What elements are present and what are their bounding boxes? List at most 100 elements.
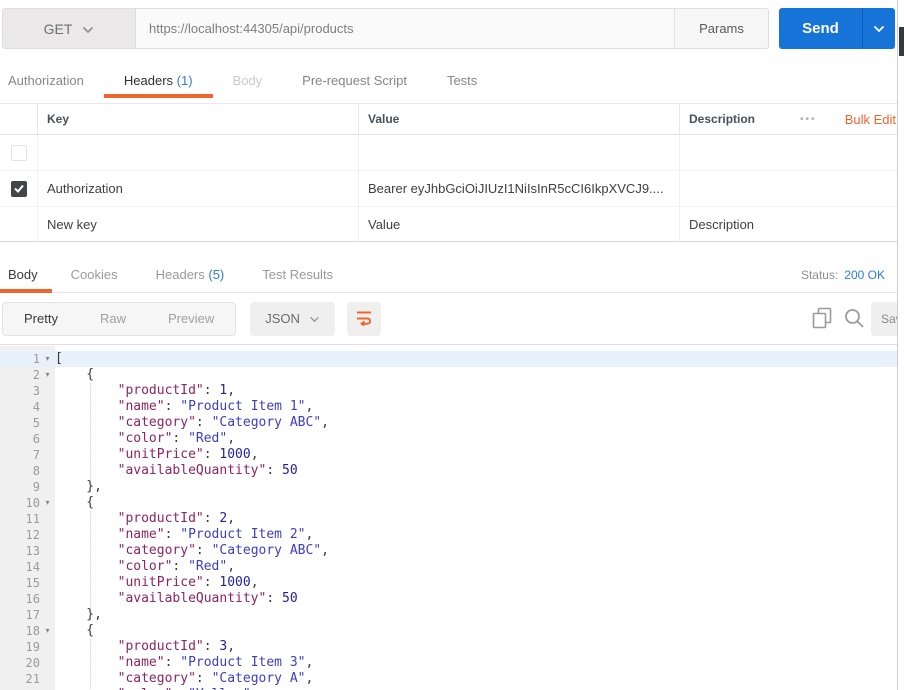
- view-mode-preview[interactable]: Preview: [147, 303, 235, 335]
- code-text: "category": "Category A",: [117, 671, 314, 686]
- code-line: 7 "unitPrice": 1000,: [0, 447, 897, 463]
- table-row: Authorization Bearer eyJhbGciOiJIUzI1NiIs…: [0, 171, 904, 207]
- view-mode-pretty[interactable]: Pretty: [3, 303, 79, 335]
- fold-toggle-icon[interactable]: ▾: [40, 351, 55, 367]
- editor-lines: 1 ▾[2 ▾ {3 "productId": 1, 4 "name": "Produ…: [0, 351, 897, 690]
- tab-body[interactable]: Body: [213, 64, 283, 98]
- code-text: "availableQuantity": 50: [117, 591, 298, 606]
- new-description-input[interactable]: Description: [679, 207, 904, 241]
- http-method-dropdown[interactable]: GET: [3, 9, 136, 48]
- code-text: "color": "Red",: [117, 559, 236, 574]
- checkbox-checked[interactable]: [10, 180, 27, 197]
- response-body-editor[interactable]: 1 ▾[2 ▾ {3 "productId": 1, 4 "name": "Produ…: [0, 346, 897, 690]
- code-line: 12 "name": "Product Item 2",: [0, 527, 897, 543]
- url-text: https://localhost:44305/api/products: [149, 21, 354, 36]
- tab-label: Cookies: [70, 267, 118, 282]
- table-options-menu[interactable]: •••: [800, 104, 817, 135]
- search-response-button[interactable]: [843, 307, 865, 332]
- code-text: "name": "Product Item 1",: [117, 399, 314, 414]
- row-key-cell[interactable]: [37, 135, 358, 170]
- row-description-cell[interactable]: [679, 171, 904, 206]
- code-line: 2 ▾ {: [0, 367, 897, 383]
- code-text: "category": "Category ABC",: [117, 415, 329, 430]
- chevron-down-icon: [309, 311, 320, 326]
- line-number: 20: [25, 656, 40, 670]
- line-number: 2: [32, 368, 40, 382]
- line-number: 8: [32, 464, 40, 478]
- code-text: [: [55, 351, 63, 366]
- line-number: 21: [25, 672, 40, 686]
- tab-headers[interactable]: Headers (5): [137, 256, 244, 293]
- headers-table-body: Authorization Bearer eyJhbGciOiJIUzI1NiIs…: [0, 135, 904, 242]
- format-label: JSON: [265, 311, 300, 326]
- view-mode-raw[interactable]: Raw: [79, 303, 147, 335]
- send-button[interactable]: Send: [779, 8, 862, 49]
- fold-toggle-icon[interactable]: ▾: [40, 495, 55, 511]
- line-number: 14: [25, 560, 40, 574]
- line-number: 9: [32, 480, 40, 494]
- code-line: 9 },: [0, 479, 897, 495]
- code-text: {: [55, 367, 95, 382]
- tab-body[interactable]: Body: [0, 256, 52, 293]
- code-text: "color": "Red",: [117, 431, 236, 446]
- code-text: },: [55, 607, 102, 622]
- line-number: 15: [25, 576, 40, 590]
- wrap-text-button[interactable]: [346, 301, 381, 336]
- panel-right-edge: [897, 0, 904, 690]
- new-value-input[interactable]: Value: [358, 207, 679, 241]
- tab-label: Body: [232, 73, 263, 88]
- copy-response-button[interactable]: [812, 307, 832, 332]
- row-value-cell[interactable]: Bearer eyJhbGciOiJIUzI1NiIsInR5cCI6IkpXV…: [358, 171, 679, 206]
- new-key-input[interactable]: New key: [37, 207, 358, 241]
- send-button-group: Send: [779, 8, 895, 49]
- bulk-edit-button[interactable]: Bulk Edit: [845, 104, 896, 135]
- checkbox-unchecked[interactable]: [10, 144, 27, 161]
- tab-label: Test Results: [262, 267, 334, 282]
- code-text: "name": "Product Item 3",: [117, 655, 314, 670]
- tab-headers[interactable]: Headers (1): [103, 64, 213, 98]
- fold-toggle-icon[interactable]: ▾: [40, 367, 55, 383]
- line-number: 10: [25, 496, 40, 510]
- column-header-value: Value: [358, 104, 679, 134]
- code-text: "productId": 2,: [117, 511, 236, 526]
- row-value-cell[interactable]: [358, 135, 679, 170]
- tab-pre-request-script[interactable]: Pre-request Script: [282, 64, 427, 98]
- code-text: {: [55, 623, 95, 638]
- tab-test-results[interactable]: Test Results: [243, 256, 352, 293]
- status-code-badge[interactable]: 200 OK: [844, 268, 885, 282]
- params-button[interactable]: Params: [674, 9, 768, 48]
- tab-authorization[interactable]: Authorization: [0, 64, 104, 98]
- line-number: 1: [32, 352, 40, 366]
- response-section: Body Cookies Headers (5) Test Results Statu…: [0, 256, 904, 293]
- url-input[interactable]: https://localhost:44305/api/products: [136, 9, 674, 48]
- fold-toggle-icon[interactable]: ▾: [40, 623, 55, 639]
- headers-table-header: Key Value Description ••• Bulk Edit: [0, 104, 904, 135]
- column-header-key: Key: [37, 104, 358, 134]
- row-description-cell[interactable]: [679, 135, 904, 170]
- tab-tests[interactable]: Tests: [427, 64, 497, 98]
- code-text: "productId": 3,: [117, 639, 236, 654]
- tab-cookies[interactable]: Cookies: [52, 256, 137, 293]
- send-options-caret[interactable]: [862, 8, 895, 49]
- row-key-cell[interactable]: Authorization: [37, 171, 358, 206]
- code-line: 14 "color": "Red",: [0, 559, 897, 575]
- chevron-down-icon: [82, 21, 94, 37]
- line-number: 17: [25, 608, 40, 622]
- code-line: 20 "name": "Product Item 3",: [0, 655, 897, 671]
- format-dropdown[interactable]: JSON: [250, 301, 335, 336]
- code-line: 17 },: [0, 607, 897, 623]
- tab-count: (1): [173, 73, 193, 88]
- tab-label: Pre-request Script: [302, 73, 407, 88]
- code-text: "productId": 1,: [117, 383, 236, 398]
